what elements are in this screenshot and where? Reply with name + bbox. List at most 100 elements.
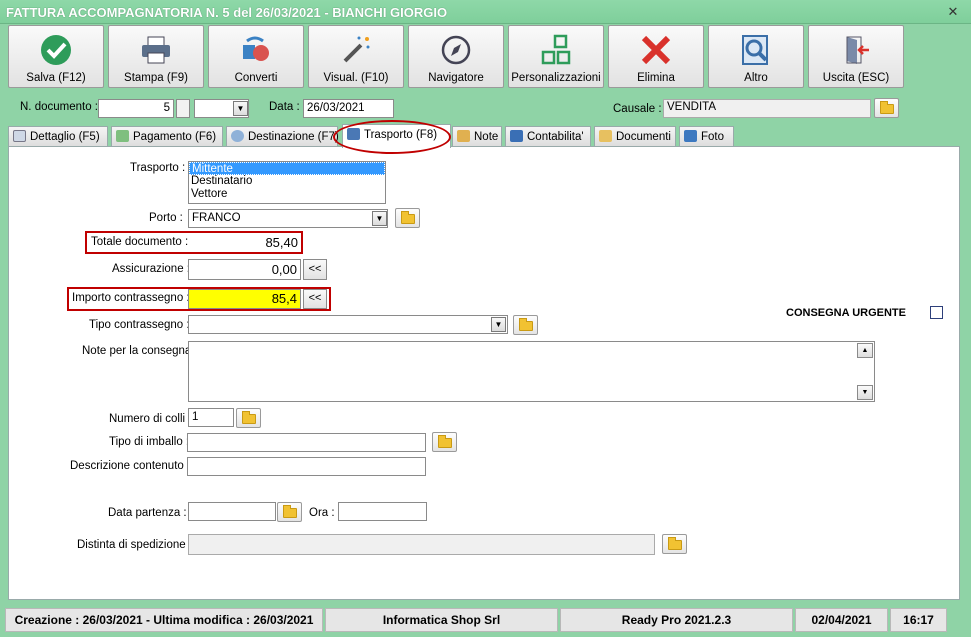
colli-folder-button[interactable]: [236, 408, 261, 428]
print-button[interactable]: Stampa (F9): [108, 25, 204, 88]
distinta-folder-button[interactable]: [662, 534, 687, 554]
exit-button[interactable]: Uscita (ESC): [808, 25, 904, 88]
status-bar: Creazione : 26/03/2021 - Ultima modifica…: [5, 608, 965, 634]
notes-icon: [457, 130, 470, 142]
money-icon: [116, 130, 129, 142]
folder-icon: [880, 101, 894, 114]
tipo-contrassegno-select[interactable]: [188, 315, 508, 334]
trasporto-label: Trasporto :: [130, 162, 186, 174]
status-date: 02/04/2021: [795, 608, 888, 632]
folder-icon: [668, 537, 682, 550]
imballo-label: Tipo di imballo :: [109, 436, 190, 448]
contenuto-label: Descrizione contenuto :: [70, 460, 191, 472]
folder-icon: [438, 435, 452, 448]
chevron-down-icon[interactable]: ▼: [233, 101, 248, 116]
convert-button[interactable]: Converti: [208, 25, 304, 88]
view-button-label: Visual. (F10): [323, 72, 389, 84]
customize-button[interactable]: Personalizzazioni: [508, 25, 604, 88]
porto-label: Porto :: [149, 212, 183, 224]
view-button[interactable]: Visual. (F10): [308, 25, 404, 88]
tab-foto[interactable]: Foto: [679, 126, 734, 147]
printer-icon: [142, 36, 170, 64]
contenuto-field[interactable]: [187, 457, 426, 476]
compass-icon: [441, 35, 471, 65]
distinta-field[interactable]: [188, 534, 655, 555]
tab-documenti[interactable]: Documenti: [594, 126, 676, 147]
annotation-ellipse: [333, 120, 451, 154]
more-button-label: Altro: [744, 72, 768, 84]
navigator-button-label: Navigatore: [428, 72, 484, 84]
scroll-up-icon[interactable]: ▲: [857, 343, 873, 358]
note-label: Note per la consegna: [82, 345, 192, 357]
delete-button-label: Elimina: [637, 72, 675, 84]
colli-field[interactable]: 1: [188, 408, 234, 427]
save-button[interactable]: Salva (F12): [8, 25, 104, 88]
ora-field[interactable]: [338, 502, 427, 521]
list-item[interactable]: Mittente: [189, 162, 385, 175]
convert-icon: [243, 36, 269, 61]
tab-contabilita[interactable]: Contabilita': [505, 126, 591, 147]
assicurazione-copy-button[interactable]: <<: [303, 259, 327, 280]
check-icon: [41, 35, 71, 65]
status-dates: Creazione : 26/03/2021 - Ultima modifica…: [5, 608, 323, 632]
save-button-label: Salva (F12): [26, 72, 86, 84]
date-label: Data :: [269, 101, 300, 113]
tab-dettaglio[interactable]: Dettaglio (F5): [8, 126, 108, 147]
folder-icon: [401, 211, 415, 224]
doc-number-field[interactable]: 5: [98, 99, 174, 118]
tipo-contrassegno-label: Tipo contrassegno :: [89, 319, 190, 331]
note-textarea[interactable]: [188, 341, 875, 402]
tipo-contrassegno-folder-button[interactable]: [513, 315, 538, 335]
causale-field[interactable]: VENDITA: [663, 99, 871, 118]
partenza-label: Data partenza :: [108, 507, 187, 519]
tab-pagamento[interactable]: Pagamento (F6): [111, 126, 223, 147]
partenza-field[interactable]: [188, 502, 276, 521]
consegna-urgente-label: CONSEGNA URGENTE: [786, 307, 906, 319]
status-time: 16:17: [890, 608, 947, 632]
exit-door-icon: [846, 36, 869, 64]
title-bar: FATTURA ACCOMPAGNATORIA N. 5 del 26/03/2…: [0, 0, 971, 24]
assicurazione-field[interactable]: 0,00: [188, 259, 301, 280]
porto-folder-button[interactable]: [395, 208, 420, 228]
ora-label: Ora :: [309, 507, 335, 519]
scroll-down-icon[interactable]: ▼: [857, 385, 873, 400]
customize-button-label: Personalizzazioni: [511, 72, 601, 84]
delete-x-icon: [641, 35, 671, 65]
print-button-label: Stampa (F9): [124, 72, 188, 84]
folder-icon: [242, 411, 256, 424]
partenza-folder-button[interactable]: [277, 502, 302, 522]
doc-number-label: N. documento :: [20, 101, 98, 113]
globe-icon: [231, 130, 244, 142]
imballo-folder-button[interactable]: [432, 432, 457, 452]
tab-destinazione[interactable]: Destinazione (F7): [226, 126, 339, 147]
contrassegno-field[interactable]: 85,4: [188, 289, 301, 309]
more-button[interactable]: Altro: [708, 25, 804, 88]
porto-select[interactable]: FRANCO: [188, 209, 388, 228]
distinta-label: Distinta di spedizione :: [77, 539, 193, 551]
list-item[interactable]: Vettore: [189, 188, 385, 201]
documents-icon: [599, 130, 612, 142]
date-field[interactable]: 26/03/2021: [303, 99, 394, 118]
folder-icon: [283, 505, 297, 518]
doc-number-spinner[interactable]: [176, 99, 190, 118]
navigator-button[interactable]: Navigatore: [408, 25, 504, 88]
chevron-down-icon[interactable]: ▼: [491, 317, 506, 332]
convert-button-label: Converti: [234, 72, 278, 84]
contrassegno-copy-button[interactable]: <<: [303, 289, 327, 309]
contrassegno-label: Importo contrassegno :: [72, 292, 190, 304]
chevron-down-icon[interactable]: ▼: [372, 211, 387, 226]
causale-label: Causale :: [613, 103, 662, 115]
status-company: Informatica Shop Srl: [325, 608, 558, 632]
trasporto-listbox[interactable]: Mittente Destinatario Vettore: [188, 161, 386, 204]
delete-button[interactable]: Elimina: [608, 25, 704, 88]
grid-icon: [541, 34, 571, 65]
list-item[interactable]: Destinatario: [189, 175, 385, 188]
tab-note[interactable]: Note: [452, 126, 502, 147]
assicurazione-label: Assicurazione :: [112, 263, 190, 275]
causale-folder-button[interactable]: [874, 98, 899, 118]
camera-icon: [684, 130, 697, 142]
consegna-urgente-checkbox[interactable]: [930, 306, 943, 319]
imballo-field[interactable]: [187, 433, 426, 452]
close-icon[interactable]: ✕: [945, 4, 961, 20]
book-icon: [510, 130, 523, 142]
